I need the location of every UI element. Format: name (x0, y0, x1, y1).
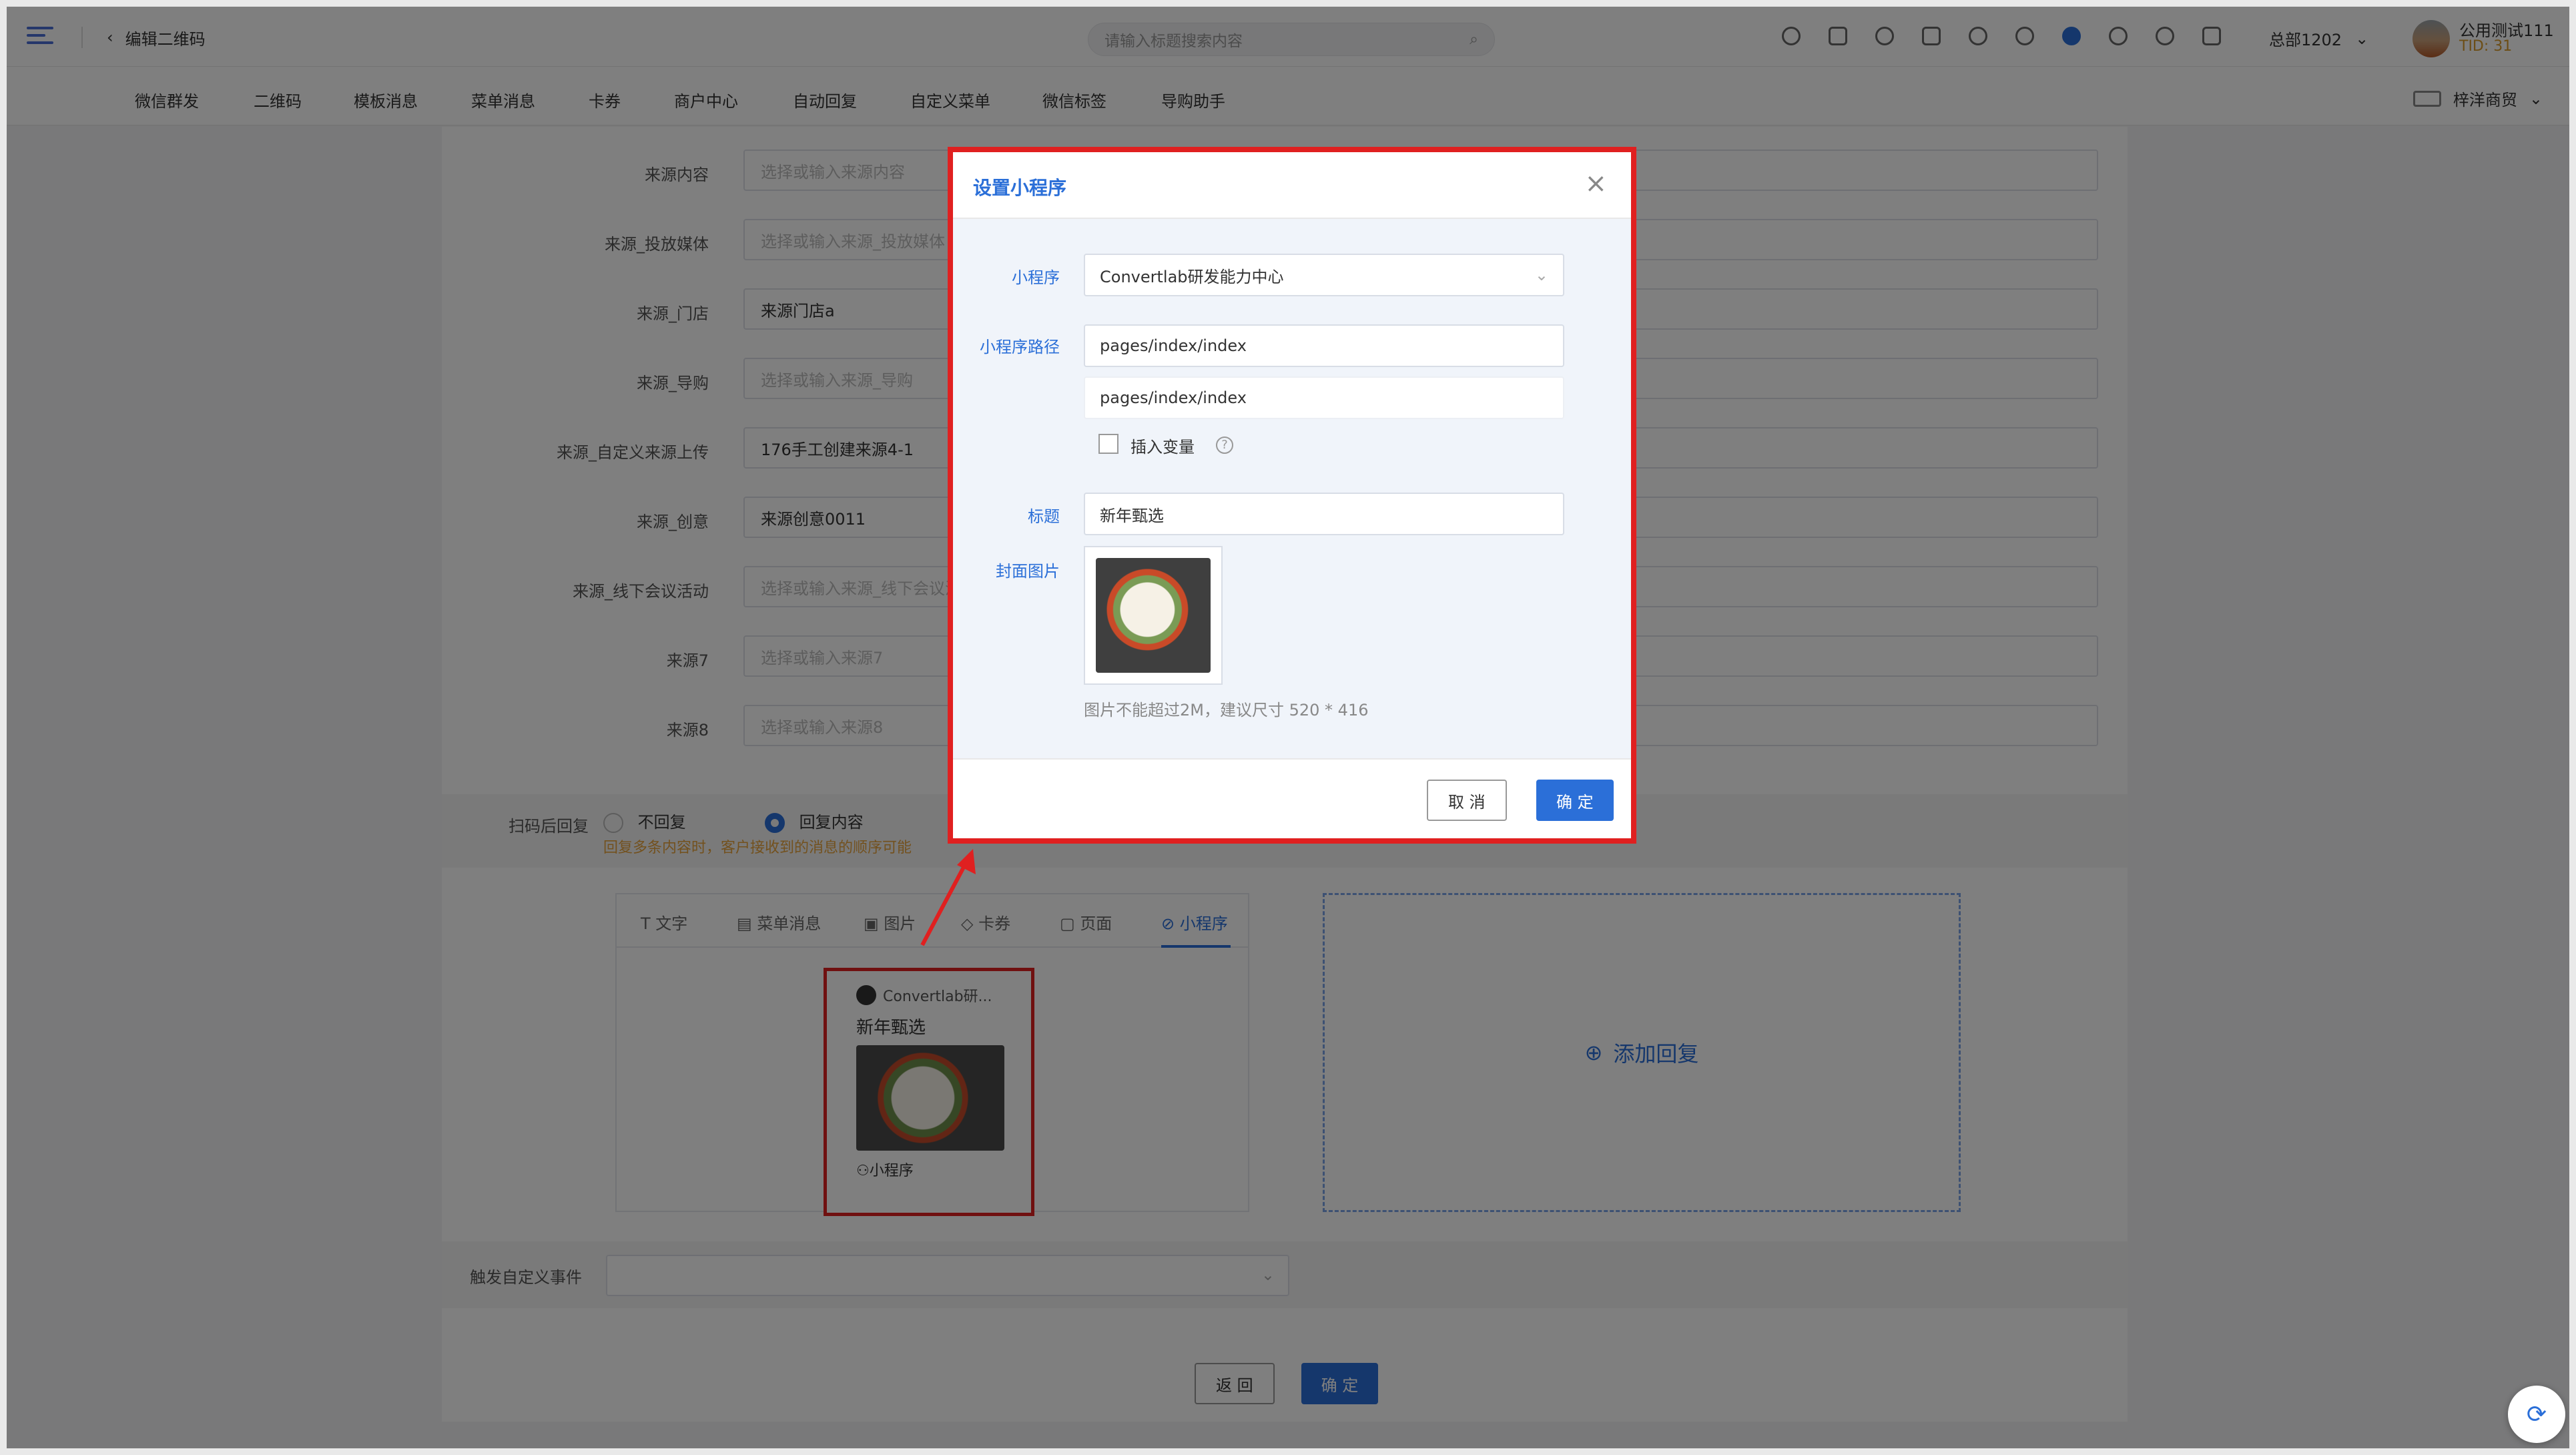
refresh-fab-icon[interactable]: ⟳ (2508, 1386, 2565, 1443)
annotation-arrow (920, 849, 976, 946)
app-frame: ‹ 编辑二维码 请输入标题搜索内容 ⌕ 总部1202 ⌄ 公用测试111 (7, 7, 2569, 1448)
